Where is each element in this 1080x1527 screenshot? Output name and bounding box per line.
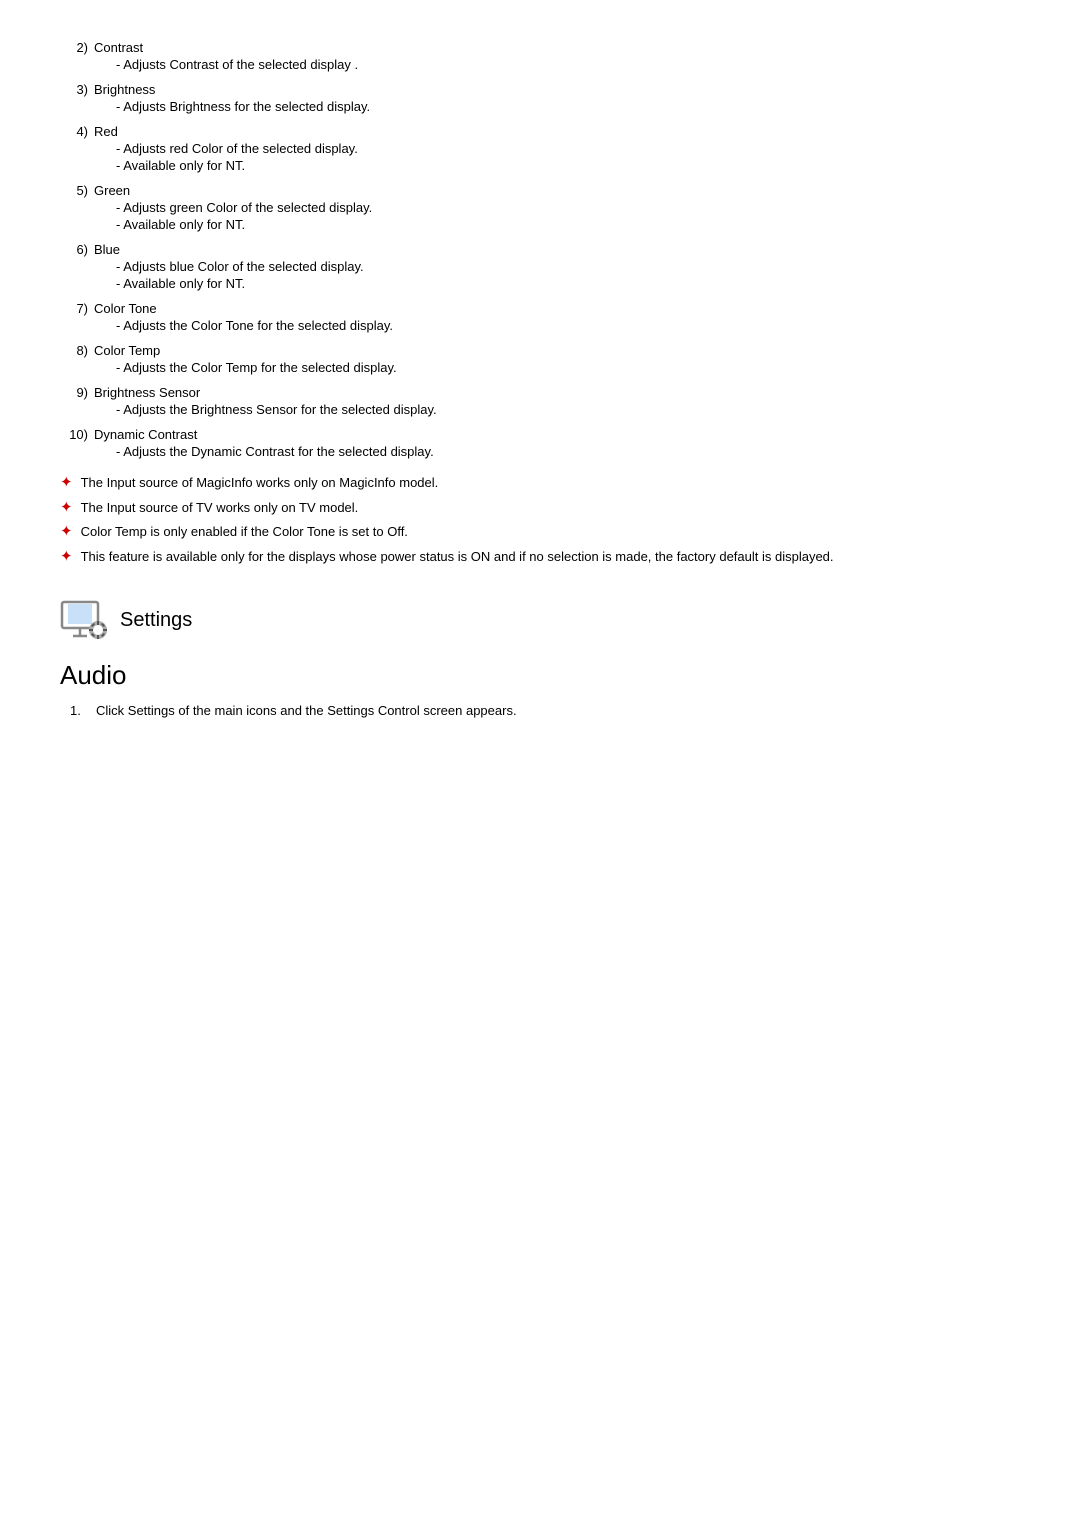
numbered-item: 5) Green - Adjusts green Color of the sele… — [60, 183, 1020, 232]
step-text: Click Settings of the main icons and the… — [96, 703, 517, 718]
numbered-item: 10) Dynamic Contrast - Adjusts the Dynamic… — [60, 427, 1020, 459]
star-icon: ✦ — [60, 522, 73, 542]
sub-item: - Adjusts blue Color of the selected dis… — [116, 259, 1020, 274]
sub-item: - Adjusts green Color of the selected di… — [116, 200, 1020, 215]
note-item: ✦ The Input source of MagicInfo works onl… — [60, 473, 1020, 493]
note-text: The Input source of MagicInfo works only… — [81, 473, 439, 493]
item-title: Dynamic Contrast — [94, 427, 197, 442]
note-text: Color Temp is only enabled if the Color … — [81, 522, 408, 542]
star-icon: ✦ — [60, 473, 73, 493]
step-number: 1. — [70, 703, 90, 718]
note-item: ✦ Color Temp is only enabled if the Color… — [60, 522, 1020, 542]
step-item: 1. Click Settings of the main icons and t… — [70, 703, 1020, 718]
item-number: 9) — [60, 385, 88, 400]
numbered-item: 7) Color Tone - Adjusts the Color Tone for… — [60, 301, 1020, 333]
sub-item: - Adjusts Brightness for the selected di… — [116, 99, 1020, 114]
sub-item: - Adjusts the Dynamic Contrast for the s… — [116, 444, 1020, 459]
star-icon: ✦ — [60, 498, 73, 518]
audio-title: Audio — [60, 660, 1020, 691]
numbered-item: 3) Brightness - Adjusts Brightness for the… — [60, 82, 1020, 114]
settings-header: Settings — [60, 596, 1020, 644]
sub-item: - Available only for NT. — [116, 217, 1020, 232]
item-title: Blue — [94, 242, 120, 257]
item-number: 5) — [60, 183, 88, 198]
step-list: 1. Click Settings of the main icons and t… — [70, 703, 1020, 718]
item-number: 8) — [60, 343, 88, 358]
numbered-item: 6) Blue - Adjusts blue Color of the select… — [60, 242, 1020, 291]
numbered-item: 8) Color Temp - Adjusts the Color Temp for… — [60, 343, 1020, 375]
audio-section: Audio 1. Click Settings of the main icons… — [60, 660, 1020, 718]
sub-item: - Available only for NT. — [116, 158, 1020, 173]
sub-item: - Available only for NT. — [116, 276, 1020, 291]
note-text: The Input source of TV works only on TV … — [81, 498, 359, 518]
item-number: 10) — [60, 427, 88, 442]
note-item: ✦ This feature is available only for the … — [60, 547, 1020, 567]
item-title: Color Tone — [94, 301, 157, 316]
note-item: ✦ The Input source of TV works only on TV… — [60, 498, 1020, 518]
item-title: Brightness Sensor — [94, 385, 200, 400]
item-title: Brightness — [94, 82, 155, 97]
numbered-list: 2) Contrast - Adjusts Contrast of the sele… — [60, 40, 1020, 459]
note-text: This feature is available only for the d… — [81, 547, 834, 567]
numbered-item: 2) Contrast - Adjusts Contrast of the sele… — [60, 40, 1020, 72]
item-number: 3) — [60, 82, 88, 97]
sub-item: - Adjusts red Color of the selected disp… — [116, 141, 1020, 156]
item-title: Green — [94, 183, 130, 198]
numbered-item: 4) Red - Adjusts red Color of the selected… — [60, 124, 1020, 173]
item-title: Color Temp — [94, 343, 160, 358]
sub-item: - Adjusts the Brightness Sensor for the … — [116, 402, 1020, 417]
note-list: ✦ The Input source of MagicInfo works onl… — [60, 473, 1020, 566]
item-number: 6) — [60, 242, 88, 257]
settings-section: Settings Audio 1. Click Settings of the m… — [60, 596, 1020, 718]
sub-item: - Adjusts the Color Temp for the selecte… — [116, 360, 1020, 375]
settings-title: Settings — [120, 609, 192, 632]
item-title: Red — [94, 124, 118, 139]
item-number: 7) — [60, 301, 88, 316]
star-icon: ✦ — [60, 547, 73, 567]
numbered-item: 9) Brightness Sensor - Adjusts the Brightn… — [60, 385, 1020, 417]
sub-item: - Adjusts the Color Tone for the selecte… — [116, 318, 1020, 333]
item-number: 4) — [60, 124, 88, 139]
item-number: 2) — [60, 40, 88, 55]
sub-item: - Adjusts Contrast of the selected displ… — [116, 57, 1020, 72]
settings-icon — [60, 596, 108, 644]
item-title: Contrast — [94, 40, 143, 55]
